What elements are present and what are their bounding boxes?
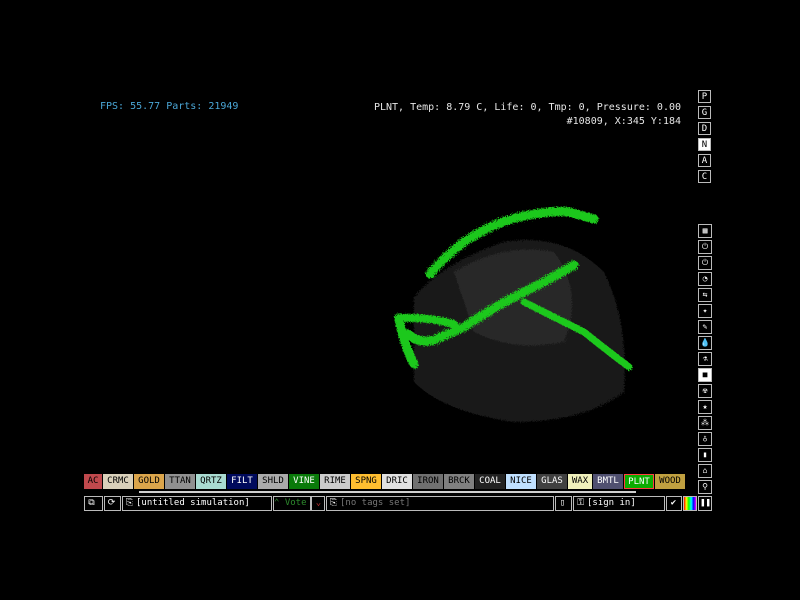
element-glas-button[interactable]: GLAS <box>537 474 567 489</box>
rainbow-icon <box>684 497 696 510</box>
sign-in-button[interactable]: ⚿ [sign in] <box>573 496 665 511</box>
tools-icon: ♁ <box>702 434 708 443</box>
solids-icon: ■ <box>702 370 708 379</box>
render-mode-c-button[interactable]: C <box>698 170 711 183</box>
radioactive-icon: ☢ <box>702 386 708 395</box>
pause-button[interactable]: ❚❚ <box>698 496 712 511</box>
element-nice-button[interactable]: NICE <box>506 474 536 489</box>
powders-category-button[interactable]: ⚗ <box>698 352 712 366</box>
reload-icon: ⟳ <box>107 498 116 508</box>
search-category-button[interactable]: ⚲ <box>698 480 712 494</box>
gases-category-button[interactable]: ✎ <box>698 320 712 334</box>
element-brck-button[interactable]: BRCK <box>444 474 474 489</box>
info-line-1: PLNT, Temp: 8.79 C, Life: 0, Tmp: 0, Pre… <box>373 102 681 113</box>
render-mode-p-button[interactable]: P <box>698 90 711 103</box>
key-icon: ⚿ <box>577 498 584 508</box>
tags-text: [no tags set] <box>340 498 411 508</box>
liquids-category-button[interactable]: 💧 <box>698 336 712 350</box>
particle-drawing <box>394 207 633 422</box>
favorites-category-button[interactable]: ▮ <box>698 448 712 462</box>
walls-category-button[interactable]: ▦ <box>698 224 712 238</box>
powered-category-button[interactable]: ⏻ <box>698 256 712 270</box>
decoration-icon: ⌂ <box>702 466 708 475</box>
info-line-2: #10809, X:345 Y:184 <box>566 116 681 127</box>
gases-icon: ✎ <box>702 322 708 331</box>
renderer-options-button[interactable] <box>683 496 697 511</box>
tag-icon: ⎘ <box>329 498 338 508</box>
element-qrtz-button[interactable]: QRTZ <box>196 474 226 489</box>
powders-icon: ⚗ <box>702 354 708 363</box>
tags-button[interactable]: ⎘ [no tags set] <box>326 496 554 511</box>
liquids-icon: 💧 <box>700 338 710 347</box>
element-wood-button[interactable]: WOOD <box>655 474 685 489</box>
special-category-button[interactable]: ★ <box>698 400 712 414</box>
electronics-category-button[interactable]: ⏻ <box>698 240 712 254</box>
parts-label: Parts: <box>166 101 203 112</box>
pause-icon: ❚❚ <box>700 498 711 508</box>
search-icon: ⚲ <box>702 482 708 491</box>
vote-label: Vote <box>284 498 307 508</box>
element-ttan-button[interactable]: TTAN <box>165 474 195 489</box>
element-palette: AC CRMC GOLD TTAN QRTZ FILT SHLD VINE RIME SPNG DR… <box>84 474 690 490</box>
element-dric-button[interactable]: DRIC <box>382 474 412 489</box>
render-mode-g-button[interactable]: G <box>698 106 711 119</box>
decoration-category-button[interactable]: ⌂ <box>698 464 712 478</box>
tools-category-button[interactable]: ♁ <box>698 432 712 446</box>
element-wax-button[interactable]: WAX <box>568 474 592 489</box>
favorites-icon: ▮ <box>702 450 708 459</box>
element-shld-button[interactable]: SHLD <box>258 474 288 489</box>
fps-value: 55.77 <box>130 101 161 112</box>
save-icon: ⎘ <box>125 498 134 508</box>
vote-up-button[interactable]: ⌃ Vote <box>273 496 311 511</box>
particle-info: PLNT, Temp: 8.79 C, Life: 0, Tmp: 0, Pre… <box>374 101 681 129</box>
simulation-name: [untitled simulation] <box>136 498 250 508</box>
life-category-button[interactable]: ⁂ <box>698 416 712 430</box>
fps-label: FPS: <box>100 101 125 112</box>
element-plnt-button[interactable]: PLNT <box>624 474 654 489</box>
element-rime-button[interactable]: RIME <box>320 474 350 489</box>
electronics-icon: ⏻ <box>701 242 709 251</box>
sensors-category-button[interactable]: ◔ <box>698 272 712 286</box>
folder-icon: ⧉ <box>88 498 95 508</box>
fps-readout: FPS: 55.77 Parts: 21949 <box>100 101 244 112</box>
palette-scrollbar[interactable] <box>139 491 636 493</box>
element-crmc-button[interactable]: CRMC <box>103 474 133 489</box>
render-mode-a-button[interactable]: A <box>698 154 711 167</box>
element-spng-button[interactable]: SPNG <box>351 474 381 489</box>
vote-up-icon: ⌃ <box>274 498 280 508</box>
new-file-icon: ▯ <box>559 498 566 508</box>
checkmark-icon: ✔ <box>670 498 677 508</box>
element-coal-button[interactable]: COAL <box>475 474 505 489</box>
powered-icon: ⏻ <box>701 258 709 267</box>
element-vine-button[interactable]: VINE <box>289 474 319 489</box>
open-button[interactable]: ⧉ <box>84 496 103 511</box>
force-icon: ⇆ <box>702 290 708 299</box>
element-gold-button[interactable]: GOLD <box>134 474 164 489</box>
render-mode-n-button[interactable]: N <box>698 138 711 151</box>
new-simulation-button[interactable]: ▯ <box>555 496 572 511</box>
solids-category-button[interactable]: ■ <box>698 368 712 382</box>
element-bmtl-button[interactable]: BMTL <box>593 474 623 489</box>
sign-in-label: [sign in] <box>587 498 636 508</box>
life-icon: ⁂ <box>701 418 709 427</box>
explosives-icon: ✦ <box>702 306 708 315</box>
settings-button[interactable]: ✔ <box>666 496 682 511</box>
special-icon: ★ <box>702 402 708 411</box>
vote-down-icon: ⌄ <box>315 498 322 508</box>
element-ac-button[interactable]: AC <box>84 474 102 489</box>
explosives-category-button[interactable]: ✦ <box>698 304 712 318</box>
force-category-button[interactable]: ⇆ <box>698 288 712 302</box>
radioactive-category-button[interactable]: ☢ <box>698 384 712 398</box>
element-iron-button[interactable]: IRON <box>413 474 443 489</box>
save-simulation-button[interactable]: ⎘ [untitled simulation] <box>122 496 272 511</box>
parts-value: 21949 <box>208 101 239 112</box>
render-mode-d-button[interactable]: D <box>698 122 711 135</box>
walls-icon: ▦ <box>702 226 708 235</box>
sensors-icon: ◔ <box>702 274 708 283</box>
vote-down-button[interactable]: ⌄ <box>311 496 325 511</box>
reload-button[interactable]: ⟳ <box>104 496 121 511</box>
simulation-canvas[interactable] <box>84 92 696 476</box>
element-filt-button[interactable]: FILT <box>227 474 257 489</box>
